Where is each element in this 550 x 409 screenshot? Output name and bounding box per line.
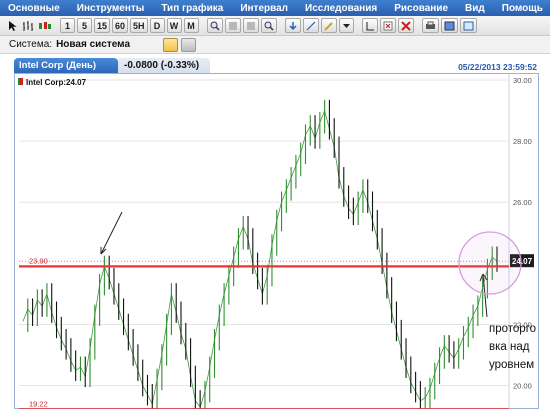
zoom-out-icon[interactable] [224,18,241,33]
interval-15-button[interactable]: 15 [94,18,111,33]
system-name[interactable]: Новая система [56,39,130,50]
chart-tab-row: Intel Corp (День) -0.0800 (-0.33%) 05/22… [0,54,550,73]
level-label: 19.22 [29,399,48,408]
annotation-text: вка над [489,341,530,353]
y-tick-label: 26.00 [513,198,532,207]
candles-icon[interactable] [38,18,52,33]
delete-drawing-icon[interactable] [379,18,396,33]
download-icon[interactable] [284,18,301,33]
zoom-reset-icon[interactable] [260,18,277,33]
annotation-text: проторго [489,323,536,335]
highlight-circle [458,231,522,295]
zoom-fit-icon[interactable] [242,18,259,33]
dropdown-arrow-icon[interactable] [338,18,354,33]
menu-item-drawing[interactable]: Рисование [394,3,448,14]
timestamp: 05/22/2013 23:59:52 [458,62,537,72]
menu-item-interval[interactable]: Интервал [240,3,288,14]
annotation-text: уровнем [489,359,534,371]
cursor-icon[interactable] [6,18,20,33]
system-disabled-icon[interactable] [181,38,196,52]
price-line [22,109,498,408]
interval-5-button[interactable]: 5 [77,18,92,33]
fullscreen-icon[interactable] [459,18,477,33]
title-swatch-icon [20,78,23,85]
menu-item-chart-type[interactable]: Тип графика [161,3,223,14]
system-row: Система: Новая система [0,36,550,54]
menu-bar: Основные Инструменты Тип графика Интерва… [0,0,550,16]
interval-month-button[interactable]: M [183,18,199,33]
menu-item-studies[interactable]: Исследования [305,3,377,14]
annotation-arrow [100,211,123,255]
interval-5h-button[interactable]: 5H [130,18,148,33]
menu-item-tools[interactable]: Инструменты [77,3,145,14]
chart-title: Intel Corp:24.07 [26,78,87,87]
level-label: 23.90 [29,256,48,265]
chart-frame: 30.00 28.00 26.00 22.00 20.00 Intel Corp:24.0… [14,73,539,409]
crosshair-icon[interactable] [361,18,378,33]
zoom-in-icon[interactable] [206,18,223,33]
price-chart[interactable]: 30.0028.0026.0022.0020.00Intel Corp:24.0… [15,74,540,409]
y-tick-label: 30.00 [513,76,532,85]
line-draw-icon[interactable] [302,18,319,33]
menu-item-help[interactable]: Помощь [502,3,543,14]
menu-item-main[interactable]: Основные [8,3,60,14]
interval-week-button[interactable]: W [166,18,182,33]
system-label: Система: [9,39,53,50]
interval-60-button[interactable]: 60 [112,18,129,33]
interval-day-button[interactable]: D [149,18,165,33]
system-settings-icon[interactable] [163,38,178,52]
y-tick-label: 20.00 [513,382,532,391]
bar-chart-icon[interactable] [22,18,36,33]
delete-all-icon[interactable] [397,18,414,33]
chart-tab[interactable]: Intel Corp (День) [14,58,118,73]
pencil-icon[interactable] [320,18,337,33]
toolbar: 1 5 15 60 5H D W M [0,16,550,36]
y-tick-label: 28.00 [513,137,532,146]
price-change: -0.0800 (-0.33%) [118,58,210,73]
menu-item-view[interactable]: Вид [465,3,485,14]
print-icon[interactable] [421,18,439,33]
trading-window: Основные Инструменты Тип графика Интерва… [0,0,550,409]
interval-1-button[interactable]: 1 [60,18,75,33]
save-image-icon[interactable] [440,18,458,33]
